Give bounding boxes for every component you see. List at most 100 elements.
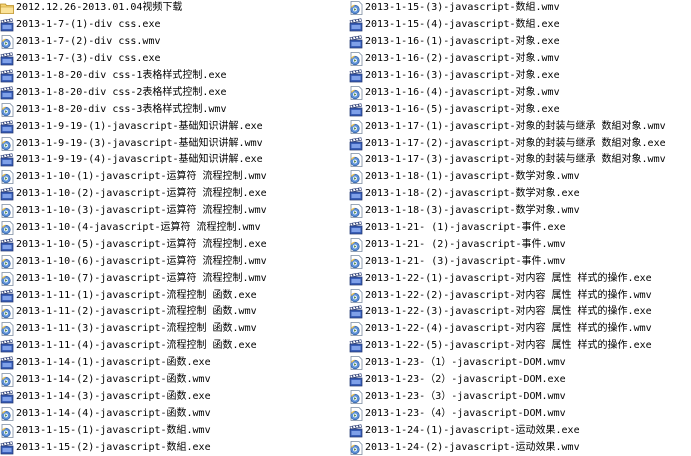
- file-item[interactable]: 2013-1-10-(4-javascript-运算符 流程控制.wmv: [0, 220, 345, 237]
- file-item[interactable]: 2013-1-17-(2)-javascript-对象的封装与继承 数組对象.e…: [349, 135, 691, 152]
- file-name: 2013-1-18-(1)-javascript-数学对象.wmv: [365, 171, 580, 183]
- file-item[interactable]: 2013-1-10-(3)-javascript-运算符 流程控制.wmv: [0, 203, 345, 220]
- file-name: 2013-1-16-(5)-javascript-对象.exe: [365, 103, 560, 115]
- file-name: 2013-1-8-20-div css-1表格样式控制.exe: [16, 70, 227, 81]
- file-item[interactable]: 2013-1-7-(1)-div css.exe: [0, 17, 345, 34]
- file-item[interactable]: 2013-1-9-19-(1)-javascript-基础知识讲解.exe: [0, 118, 345, 135]
- file-item[interactable]: 2013-1-8-20-div css-2表格样式控制.exe: [0, 84, 345, 101]
- file-name: 2013-1-14-(2)-javascript-函数.wmv: [16, 374, 211, 386]
- file-item[interactable]: 2013-1-18-(2)-javascript-数学对象.exe: [349, 186, 691, 203]
- video-exe-icon: [0, 356, 14, 370]
- file-item[interactable]: 2013-1-10-(2)-javascript-运算符 流程控制.exe: [0, 186, 345, 203]
- video-exe-icon: [0, 52, 14, 66]
- video-exe-icon: [0, 69, 14, 83]
- file-name: 2013-1-17-(2)-javascript-对象的封装与继承 数組对象.e…: [365, 137, 666, 149]
- wmv-media-icon: [349, 85, 363, 100]
- file-item[interactable]: 2013-1-22-(5)-javascript-对内容 属性 样式的操作.ex…: [349, 338, 691, 355]
- file-name: 2013-1-16-(4)-javascript-对象.wmv: [365, 86, 560, 98]
- file-item[interactable]: 2013-1-23-（4）-javascript-DOM.wmv: [349, 405, 691, 422]
- file-name: 2013-1-10-(5)-javascript-运算符 流程控制.exe: [16, 238, 267, 250]
- file-item[interactable]: 2013-1-10-(6)-javascript-运算符 流程控制.wmv: [0, 253, 345, 270]
- file-item[interactable]: 2013-1-21- (3)-javascript-事件.wmv: [349, 253, 691, 270]
- wmv-media-icon: [0, 221, 14, 235]
- wmv-media-icon: [0, 305, 14, 320]
- video-exe-icon: [349, 424, 363, 438]
- file-item[interactable]: 2013-1-24-(1)-javascript-运动效果.exe: [349, 422, 691, 439]
- folder-icon: [0, 1, 14, 15]
- file-item[interactable]: 2013-1-8-20-div css-3表格样式控制.wmv: [0, 101, 345, 118]
- video-exe-icon: [0, 288, 14, 303]
- file-item[interactable]: 2013-1-17-(1)-javascript-对象的封装与继承 数組对象.w…: [349, 118, 691, 135]
- file-item[interactable]: 2013-1-14-(2)-javascript-函数.wmv: [0, 372, 345, 389]
- file-name: 2013-1-10-(7)-javascript-运算符 流程控制.wmv: [16, 272, 267, 284]
- file-name: 2013-1-14-(1)-javascript-函数.exe: [16, 357, 211, 369]
- file-item[interactable]: 2013-1-11-(1)-javascript-流程控制 函数.exe: [0, 287, 345, 304]
- file-item[interactable]: 2013-1-16-(1)-javascript-对象.exe: [349, 34, 691, 51]
- file-item[interactable]: 2013-1-22-(3)-javascript-对内容 属性 样式的操作.ex…: [349, 304, 691, 321]
- wmv-media-icon: [349, 238, 363, 252]
- file-item[interactable]: 2013-1-24-(2)-javascript-运动效果.wmv: [349, 439, 691, 456]
- file-list-column-right: 2013-1-15-(3)-javascript-数組.wmv 2013-1-15…: [349, 0, 691, 456]
- video-exe-icon: [349, 136, 363, 151]
- file-name: 2013-1-10-(4-javascript-运算符 流程控制.wmv: [16, 222, 261, 234]
- folder-item[interactable]: 2012.12.26-2013.01.04视频下载: [0, 0, 345, 17]
- file-item[interactable]: 2013-1-10-(1)-javascript-运算符 流程控制.wmv: [0, 169, 345, 186]
- file-item[interactable]: 2013-1-10-(7)-javascript-运算符 流程控制.wmv: [0, 270, 345, 287]
- wmv-media-icon: [0, 136, 14, 151]
- file-item[interactable]: 2013-1-23-（3）-javascript-DOM.wmv: [349, 388, 691, 405]
- file-item[interactable]: 2013-1-16-(3)-javascript-对象.exe: [349, 68, 691, 85]
- file-name: 2013-1-10-(2)-javascript-运算符 流程控制.exe: [16, 188, 267, 200]
- file-name: 2013-1-16-(3)-javascript-对象.exe: [365, 70, 560, 81]
- file-item[interactable]: 2013-1-16-(4)-javascript-对象.wmv: [349, 84, 691, 101]
- file-name: 2013-1-16-(2)-javascript-对象.wmv: [365, 53, 560, 65]
- file-item[interactable]: 2013-1-11-(4)-javascript-流程控制 函数.exe: [0, 338, 345, 355]
- file-item[interactable]: 2013-1-9-19-(3)-javascript-基础知识讲解.wmv: [0, 135, 345, 152]
- file-item[interactable]: 2013-1-15-(2)-javascript-数組.exe: [0, 439, 345, 456]
- file-item[interactable]: 2013-1-11-(3)-javascript-流程控制 函数.wmv: [0, 321, 345, 338]
- file-item[interactable]: 2013-1-22-(1)-javascript-对内容 属性 样式的操作.ex…: [349, 270, 691, 287]
- wmv-media-icon: [0, 254, 14, 269]
- file-item[interactable]: 2013-1-21- (2)-javascript-事件.wmv: [349, 236, 691, 253]
- file-item[interactable]: 2013-1-23-（1）-javascript-DOM.wmv: [349, 355, 691, 372]
- file-item[interactable]: 2013-1-15-(4)-javascript-数組.exe: [349, 17, 691, 34]
- wmv-media-icon: [0, 271, 14, 286]
- file-item[interactable]: 2013-1-11-(2)-javascript-流程控制 函数.wmv: [0, 304, 345, 321]
- video-exe-icon: [349, 187, 363, 201]
- video-exe-icon: [349, 103, 363, 117]
- file-item[interactable]: 2013-1-15-(1)-javascript-数組.wmv: [0, 422, 345, 439]
- file-item[interactable]: 2013-1-18-(3)-javascript-数学对象.wmv: [349, 203, 691, 220]
- file-item[interactable]: 2013-1-9-19-(4)-javascript-基础知识讲解.exe: [0, 152, 345, 169]
- file-name: 2013-1-15-(2)-javascript-数組.exe: [16, 441, 211, 453]
- file-item[interactable]: 2013-1-10-(5)-javascript-运算符 流程控制.exe: [0, 236, 345, 253]
- file-item[interactable]: 2013-1-14-(4)-javascript-函数.wmv: [0, 405, 345, 422]
- file-item[interactable]: 2013-1-17-(3)-javascript-对象的封装与继承 数組对象.w…: [349, 152, 691, 169]
- wmv-media-icon: [0, 423, 14, 438]
- file-item[interactable]: 2013-1-8-20-div css-1表格样式控制.exe: [0, 68, 345, 85]
- file-item[interactable]: 2013-1-21- (1)-javascript-事件.exe: [349, 220, 691, 237]
- file-item[interactable]: 2013-1-14-(1)-javascript-函数.exe: [0, 355, 345, 372]
- file-item[interactable]: 2013-1-7-(3)-div css.exe: [0, 51, 345, 68]
- wmv-media-icon: [349, 52, 363, 67]
- file-name: 2013-1-23-（1）-javascript-DOM.wmv: [365, 357, 566, 369]
- wmv-media-icon: [0, 406, 14, 421]
- file-item[interactable]: 2013-1-15-(3)-javascript-数組.wmv: [349, 0, 691, 17]
- file-name: 2013-1-21- (2)-javascript-事件.wmv: [365, 238, 566, 250]
- file-item[interactable]: 2013-1-18-(1)-javascript-数学对象.wmv: [349, 169, 691, 186]
- file-item[interactable]: 2013-1-23-（2）-javascript-DOM.exe: [349, 372, 691, 389]
- file-name: 2013-1-11-(3)-javascript-流程控制 函数.wmv: [16, 323, 257, 335]
- file-name: 2013-1-8-20-div css-3表格样式控制.wmv: [16, 103, 227, 115]
- file-item[interactable]: 2013-1-14-(3)-javascript-函数.exe: [0, 388, 345, 405]
- file-item[interactable]: 2013-1-22-(2)-javascript-对内容 属性 样式的操作.wm…: [349, 287, 691, 304]
- file-name: 2013-1-21- (3)-javascript-事件.wmv: [365, 255, 566, 267]
- file-item[interactable]: 2013-1-16-(2)-javascript-对象.wmv: [349, 51, 691, 68]
- file-item[interactable]: 2013-1-7-(2)-div css.wmv: [0, 34, 345, 51]
- file-list-column-left: 2012.12.26-2013.01.04视频下载 2013-1-7-(1)-di…: [0, 0, 345, 456]
- wmv-media-icon: [349, 390, 363, 404]
- video-exe-icon: [349, 339, 363, 353]
- file-name: 2013-1-23-（4）-javascript-DOM.wmv: [365, 407, 566, 419]
- file-item[interactable]: 2013-1-16-(5)-javascript-对象.exe: [349, 101, 691, 118]
- file-name: 2013-1-24-(1)-javascript-运动效果.exe: [365, 424, 580, 436]
- video-exe-icon: [0, 238, 14, 252]
- file-item[interactable]: 2013-1-22-(4)-javascript-对内容 属性 样式的操作.wm…: [349, 321, 691, 338]
- wmv-media-icon: [349, 204, 363, 219]
